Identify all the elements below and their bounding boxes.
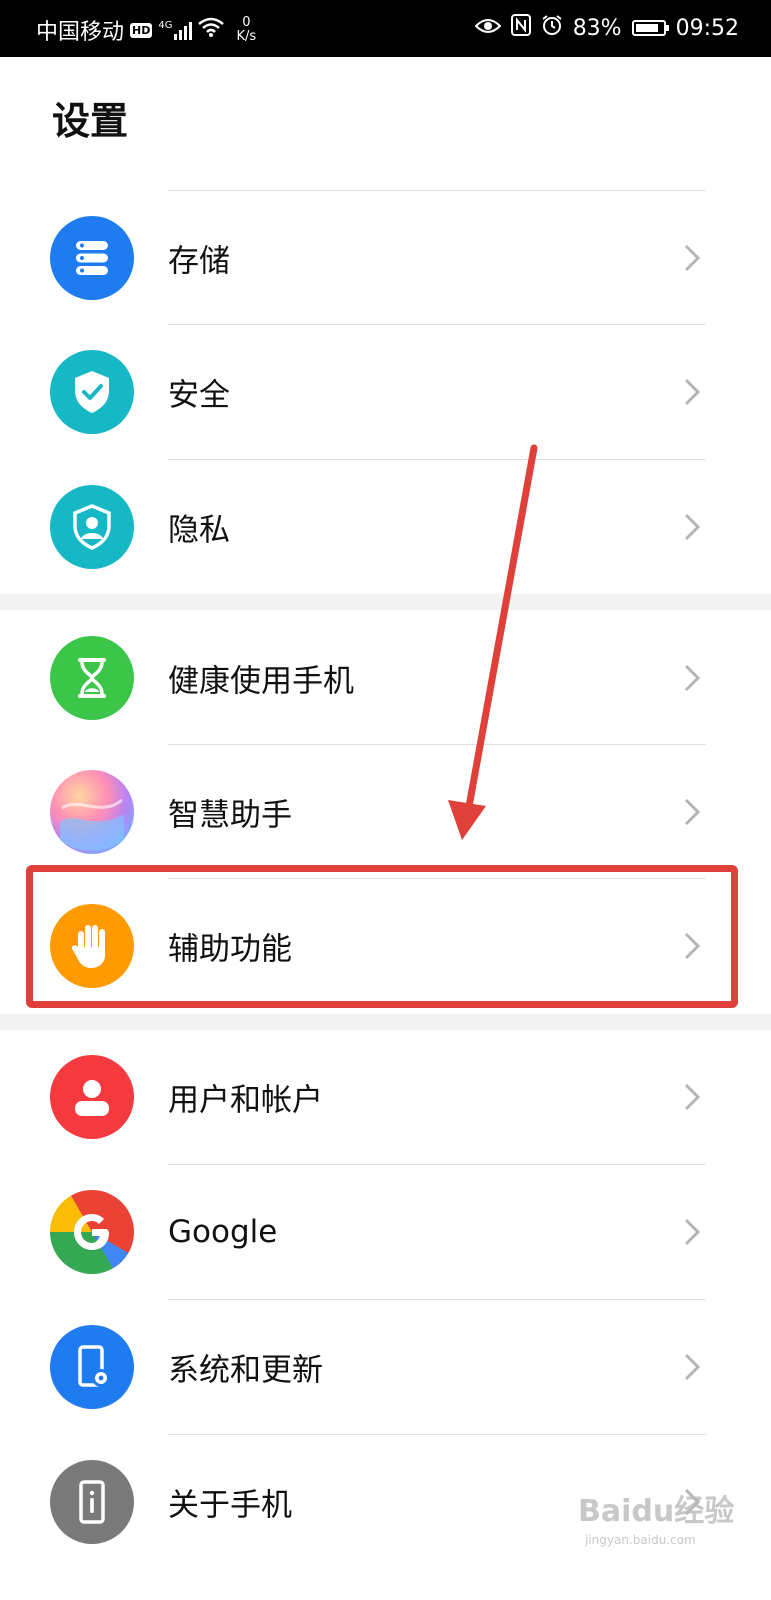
page-title: 设置 [52,99,129,143]
about-phone-icon [50,1460,134,1544]
signal-icon: 4G [158,20,193,40]
settings-item-label: Google [168,1214,278,1250]
settings-item-label: 安全 [168,377,230,414]
settings-item-label: 智慧助手 [168,797,292,834]
privacy-icon [50,485,134,569]
battery-icon [631,20,669,36]
google-icon [50,1190,134,1274]
chevron-right-icon [684,513,701,541]
chevron-right-icon [684,1083,701,1111]
network-type: 4G [158,20,173,31]
chevron-right-icon [684,798,701,826]
settings-item-label: 系统和更新 [168,1352,323,1389]
settings-item-label: 存储 [168,243,230,280]
smart-assistant-icon [50,770,134,854]
highlight-box [26,865,738,1008]
hd-badge: HD [130,22,153,38]
user-icon [50,1055,134,1139]
wifi-icon [198,17,225,43]
system-update-icon [50,1325,134,1409]
section-gap [0,1014,771,1030]
network-speed: 0 K/s [236,16,256,44]
security-shield-icon [50,350,134,434]
settings-item-label: 用户和帐户 [168,1082,323,1119]
storage-icon [50,216,134,300]
carrier-label: 中国移动 [36,20,125,45]
settings-item-label: 隐私 [168,512,230,549]
settings-item-smart-assistant[interactable]: 智慧助手 [0,745,771,879]
eye-comfort-icon [474,16,502,41]
speed-value: 0 [242,15,251,30]
settings-item-google[interactable]: Google [0,1165,771,1299]
battery-percent: 83% [572,15,622,41]
settings-item-users-accounts[interactable]: 用户和帐户 [0,1030,771,1164]
settings-item-system-updates[interactable]: 系统和更新 [0,1300,771,1434]
settings-item-storage[interactable]: 存储 [0,191,771,325]
settings-item-digital-balance[interactable]: 健康使用手机 [0,611,771,745]
chevron-right-icon [684,1353,701,1381]
settings-item-privacy[interactable]: 隐私 [0,460,771,594]
nfc-icon [510,14,531,42]
chevron-right-icon [684,1218,701,1246]
chevron-right-icon [684,378,701,406]
alarm-icon [541,14,563,42]
settings-item-security[interactable]: 安全 [0,325,771,459]
clock: 09:52 [675,15,739,41]
settings-item-label: 关于手机 [168,1487,292,1524]
section-gap [0,594,771,610]
chevron-right-icon [684,664,701,692]
speed-unit: K/s [236,29,257,44]
status-bar: 中国移动 HD 4G 0 K/s 83% 09:52 [0,0,771,57]
watermark-logo: Baidu经验 [578,1494,735,1529]
chevron-right-icon [684,244,701,272]
watermark-url: jingyan.baidu.com [585,1533,696,1547]
settings-item-label: 健康使用手机 [168,663,354,700]
hourglass-icon [50,636,134,720]
